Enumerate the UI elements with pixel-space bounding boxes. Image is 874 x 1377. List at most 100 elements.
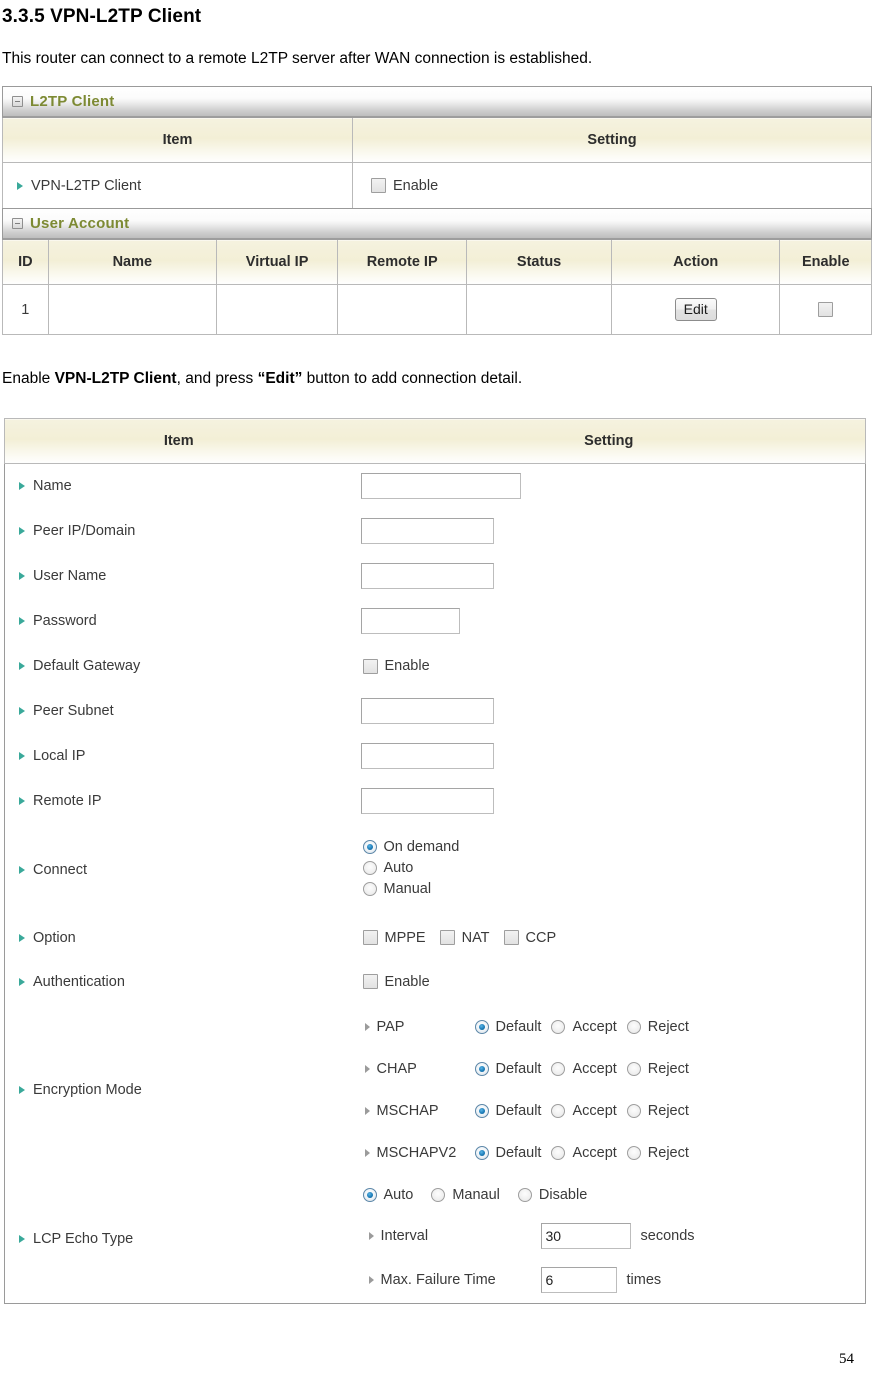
row-setting-cell: Enable <box>352 162 872 209</box>
option-nat-checkbox[interactable] <box>439 930 455 945</box>
form-row-authentication: Authentication Enable <box>5 960 866 1004</box>
form-row-name: Name <box>5 464 866 509</box>
pap-label-default: Default <box>495 1018 542 1035</box>
authentication-enable-label: Enable <box>384 973 430 990</box>
form-row-peer-ip-domain: Peer IP/Domain <box>5 509 866 554</box>
lcp-interval-unit: seconds <box>640 1228 695 1245</box>
mschapv2-radio-accept[interactable] <box>551 1145 566 1160</box>
connect-radio-auto[interactable] <box>362 861 377 875</box>
bullet-triangle-icon <box>19 752 25 760</box>
label-local-ip: Local IP <box>33 748 86 764</box>
control-cell-default-gateway: Enable <box>353 644 866 689</box>
table-row: 1 Edit <box>2 284 872 335</box>
pap-radio-default[interactable] <box>474 1019 489 1034</box>
lcp-max-failure-input[interactable] <box>540 1267 617 1294</box>
label-name: Name <box>33 478 72 495</box>
connect-label-on-demand: On demand <box>383 839 460 855</box>
name-input[interactable] <box>360 473 521 500</box>
bullet-triangle-icon <box>19 933 25 942</box>
label-cell-remote-ip: Remote IP <box>5 779 353 824</box>
instruction-bold-edit: “Edit” <box>257 370 303 387</box>
cell-remote-ip <box>337 284 468 335</box>
label-option: Option <box>33 929 76 946</box>
bullet-triangle-icon <box>19 617 25 625</box>
default-gateway-enable-label: Enable <box>384 658 430 674</box>
lcp-radio-manaul[interactable] <box>431 1188 446 1203</box>
column-header-remote-ip: Remote IP <box>337 239 468 285</box>
form-row-option: Option MPPE NAT CCP <box>5 916 866 960</box>
form-row-default-gateway: Default Gateway Enable <box>5 644 866 689</box>
label-cell-option: Option <box>5 916 353 960</box>
label-cell-peer-ip-domain: Peer IP/Domain <box>5 509 353 554</box>
lcp-radio-disable[interactable] <box>517 1188 532 1203</box>
connect-option-manual[interactable]: Manual <box>362 881 866 897</box>
bullet-triangle-icon <box>19 977 25 986</box>
chap-label-reject: Reject <box>647 1060 689 1077</box>
local-ip-input[interactable] <box>360 743 494 769</box>
lcp-radio-auto[interactable] <box>362 1188 377 1203</box>
edit-button[interactable]: Edit <box>674 298 717 321</box>
l2tp-client-table: L2TP Client Item Setting VPN-L2TP Client… <box>2 86 872 209</box>
chap-radio-accept[interactable] <box>551 1061 566 1076</box>
cell-action: Edit <box>610 284 781 335</box>
remote-ip-input[interactable] <box>360 788 494 814</box>
form-row-lcp-echo-type: LCP Echo Type Auto Manaul Disable Interv… <box>5 1176 866 1304</box>
column-header-id: ID <box>2 239 49 285</box>
connect-radio-on-demand[interactable] <box>362 840 377 854</box>
bullet-triangle-icon <box>19 797 25 805</box>
vpn-l2tp-client-enable-checkbox[interactable] <box>371 178 386 193</box>
default-gateway-enable-checkbox[interactable] <box>362 658 378 674</box>
mschapv2-radio-default[interactable] <box>474 1145 489 1160</box>
bullet-triangle-icon <box>19 865 25 874</box>
cell-name <box>47 284 218 335</box>
authentication-enable-checkbox[interactable] <box>362 974 378 989</box>
connect-option-on-demand[interactable]: On demand <box>362 839 866 855</box>
mschap-label-reject: Reject <box>647 1102 689 1119</box>
option-ccp-checkbox[interactable] <box>503 930 519 945</box>
collapse-box-icon[interactable] <box>12 218 23 229</box>
user-name-input[interactable] <box>360 563 494 589</box>
control-cell-connect: On demand Auto Manual <box>353 824 866 916</box>
bullet-triangle-icon <box>364 1064 370 1073</box>
pap-radio-accept[interactable] <box>551 1019 566 1034</box>
form-row-user-name: User Name <box>5 554 866 599</box>
pap-radio-reject[interactable] <box>626 1019 641 1034</box>
chap-radio-default[interactable] <box>474 1061 489 1076</box>
chap-radio-reject[interactable] <box>626 1061 641 1076</box>
row-enable-checkbox[interactable] <box>818 301 834 317</box>
connect-option-auto[interactable]: Auto <box>362 860 866 876</box>
column-header-action: Action <box>610 239 781 285</box>
instruction-paragraph: Enable VPN-L2TP Client, and press “Edit”… <box>2 370 522 388</box>
instruction-bold-vpn: VPN-L2TP Client <box>54 370 177 387</box>
section-header-l2tp-client: L2TP Client <box>3 87 871 117</box>
password-input[interactable] <box>360 608 460 634</box>
connect-radio-manual[interactable] <box>362 882 377 896</box>
label-cell-peer-subnet: Peer Subnet <box>5 689 353 734</box>
label-cell-password: Password <box>5 599 353 644</box>
connection-detail-table: Item Setting Name Peer IP/Domain User Na… <box>4 418 866 1304</box>
mschap-radio-accept[interactable] <box>551 1103 566 1118</box>
lcp-interval-input[interactable] <box>540 1223 631 1250</box>
form-row-password: Password <box>5 599 866 644</box>
peer-ip-domain-input[interactable] <box>360 518 494 544</box>
option-ccp-label: CCP <box>525 929 557 946</box>
form-row-remote-ip: Remote IP <box>5 779 866 824</box>
mschap-radio-reject[interactable] <box>626 1103 641 1118</box>
encryption-row-chap: CHAP Default Accept Reject <box>357 1048 866 1090</box>
connect-label-auto: Auto <box>383 860 414 876</box>
mschapv2-radio-reject[interactable] <box>626 1145 641 1160</box>
page-title: 3.3.5 VPN-L2TP Client <box>2 6 202 27</box>
option-mppe-checkbox[interactable] <box>362 930 378 945</box>
l2tp-client-panel: L2TP Client Item Setting VPN-L2TP Client… <box>2 86 872 335</box>
cell-status <box>466 284 612 335</box>
peer-subnet-input[interactable] <box>360 698 494 724</box>
cell-virtual-ip <box>216 284 339 335</box>
lcp-label-manaul: Manaul <box>452 1187 500 1204</box>
encryption-protocol-chap: CHAP <box>376 1060 417 1077</box>
mschap-label-default: Default <box>495 1102 542 1119</box>
label-cell-user-name: User Name <box>5 554 353 599</box>
label-lcp-echo-type: LCP Echo Type <box>33 1231 134 1248</box>
collapse-box-icon[interactable] <box>12 96 23 107</box>
mschap-radio-default[interactable] <box>474 1103 489 1118</box>
pap-label-reject: Reject <box>647 1018 689 1035</box>
